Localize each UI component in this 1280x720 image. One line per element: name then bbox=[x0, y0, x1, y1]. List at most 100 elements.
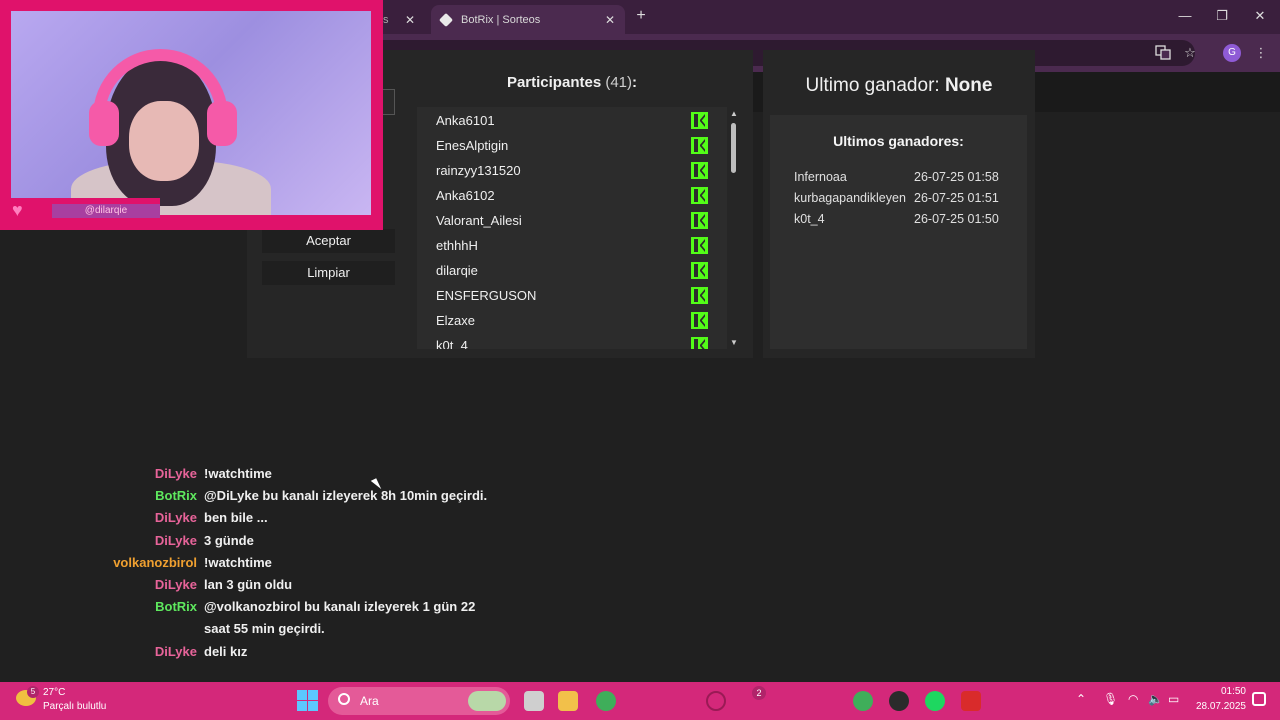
participant-row: dilarqie bbox=[436, 258, 711, 283]
task-view-icon[interactable] bbox=[524, 691, 544, 711]
participant-row: EnesAlptigin bbox=[436, 133, 711, 158]
participant-name: rainzyy131520 bbox=[436, 163, 521, 178]
wifi-icon[interactable]: ◠ bbox=[1128, 692, 1138, 706]
search-placeholder: Ara bbox=[360, 694, 379, 708]
participants-colon: : bbox=[632, 74, 638, 91]
participant-name: Anka6102 bbox=[436, 188, 495, 203]
participant-name: dilarqie bbox=[436, 263, 478, 278]
chat-username[interactable]: volkanozbirol bbox=[7, 552, 197, 574]
headphone-cup-right bbox=[207, 101, 237, 146]
volume-icon[interactable]: 🔈 bbox=[1148, 692, 1163, 706]
clock-time[interactable]: 01:50 bbox=[1212, 686, 1246, 697]
clock-date[interactable]: 28.07.2025 bbox=[1190, 701, 1246, 712]
participants-count: (41) bbox=[605, 74, 633, 91]
participants-title: Participantes (41): bbox=[417, 74, 727, 91]
participants-title-text: Participantes bbox=[506, 74, 602, 91]
chat-username[interactable]: DiLyke bbox=[7, 507, 197, 529]
tray-expand-icon[interactable]: ⌃ bbox=[1076, 692, 1086, 706]
winner-date: 26-07-25 01:58 bbox=[914, 170, 999, 184]
last-winner-heading: Ultimo ganador: None bbox=[763, 75, 1035, 97]
obs-icon[interactable] bbox=[889, 691, 909, 711]
chat-username[interactable]: DiLyke bbox=[7, 641, 197, 663]
participant-name: ethhhH bbox=[436, 238, 478, 253]
heart-icon: ♥ bbox=[12, 200, 23, 220]
menu-icon[interactable]: ⋮ bbox=[1252, 44, 1270, 62]
webcam-handle: @dilarqie bbox=[52, 204, 160, 218]
participants-scrollbar[interactable]: ▲ ▼ bbox=[728, 107, 740, 349]
participant-name: Elzaxe bbox=[436, 313, 476, 328]
close-tab-icon[interactable]: ✕ bbox=[605, 13, 615, 27]
new-tab-button[interactable]: + bbox=[632, 7, 650, 25]
kick-logo-icon bbox=[691, 162, 708, 179]
participant-row: Anka6101 bbox=[436, 108, 711, 133]
minimize-button[interactable]: — bbox=[1173, 8, 1197, 23]
winner-date: 26-07-25 01:51 bbox=[914, 191, 999, 205]
scroll-down-icon[interactable]: ▼ bbox=[730, 338, 738, 347]
chat-text: !watchtime bbox=[204, 466, 272, 481]
tab-label: BotRix | Sorteos bbox=[461, 13, 541, 26]
kick-logo-icon bbox=[691, 187, 708, 204]
participant-name: ENSFERGUSON bbox=[436, 288, 537, 303]
chrome-icon[interactable] bbox=[596, 691, 616, 711]
recent-winners-title: Ultimos ganadores: bbox=[833, 133, 964, 149]
chat-username[interactable]: BotRix bbox=[7, 596, 197, 618]
microphone-icon[interactable]: 🎙 bbox=[1103, 692, 1118, 706]
chat-text: deli kız bbox=[204, 643, 248, 659]
winner-name: kurbagapandikleyen bbox=[794, 191, 906, 205]
chat-text: @volkanozbirol bu kanalı izleyerek 1 gün… bbox=[204, 599, 476, 615]
weather-badge: 5 bbox=[27, 686, 39, 698]
bookmark-star-icon[interactable]: ☆ bbox=[1181, 44, 1199, 62]
chrome-profile-icon[interactable] bbox=[853, 691, 873, 711]
webcam-video bbox=[11, 11, 371, 215]
recent-winners-box: Ultimos ganadores: Infernoaa 26-07-25 01:… bbox=[770, 115, 1027, 349]
file-explorer-icon[interactable] bbox=[558, 691, 578, 711]
chat-username[interactable]: DiLyke bbox=[7, 574, 197, 596]
battery-icon[interactable]: ▭ bbox=[1168, 692, 1179, 706]
chat-username[interactable]: DiLyke bbox=[7, 463, 197, 485]
clear-button[interactable]: Limpiar bbox=[262, 261, 395, 285]
chat-username[interactable]: BotRix bbox=[7, 485, 197, 507]
scroll-up-icon[interactable]: ▲ bbox=[730, 109, 738, 118]
winner-row: Infernoaa 26-07-25 01:58 bbox=[794, 167, 1019, 188]
chat-text: ben bile ... bbox=[204, 510, 268, 526]
kick-logo-icon bbox=[691, 237, 708, 254]
participant-row: Anka6102 bbox=[436, 183, 711, 208]
spotify-icon[interactable] bbox=[925, 691, 945, 711]
app-red-icon[interactable] bbox=[961, 691, 981, 711]
winner-row: kurbagapandikleyen 26-07-25 01:51 bbox=[794, 188, 1019, 209]
scroll-thumb[interactable] bbox=[731, 123, 736, 173]
search-highlight-image bbox=[468, 691, 506, 711]
windows-taskbar: 5 27°C Parçalı bulutlu Ara 2 ⌃ 🎙 ◠ 🔈 ▭ 0… bbox=[0, 682, 1280, 720]
weather-temperature[interactable]: 27°C bbox=[43, 687, 65, 698]
chat-text: !watchtime bbox=[204, 554, 272, 570]
chat-text: saat 55 min geçirdi. bbox=[204, 621, 325, 637]
app-icon[interactable] bbox=[706, 691, 726, 711]
windows-start-icon[interactable] bbox=[297, 690, 318, 711]
browser-tab-active[interactable]: BotRix | Sorteos ✕ bbox=[431, 5, 625, 34]
kick-logo-icon bbox=[691, 112, 708, 129]
close-tab-icon[interactable]: ✕ bbox=[405, 13, 415, 27]
chat-text: 3 günde bbox=[204, 532, 254, 548]
kick-logo-icon bbox=[691, 287, 708, 304]
taskbar-search[interactable]: Ara bbox=[328, 687, 510, 715]
last-winner-value: None bbox=[944, 75, 993, 96]
restore-button[interactable]: ❐ bbox=[1210, 8, 1234, 24]
winner-name: Infernoaa bbox=[794, 170, 847, 184]
participant-name: Valorant_Ailesi bbox=[436, 213, 522, 228]
kick-logo-icon bbox=[691, 212, 708, 229]
participants-list[interactable]: Anka6101 EnesAlptigin rainzyy131520 Anka610… bbox=[417, 107, 727, 349]
kick-logo-icon bbox=[691, 337, 708, 349]
webcam-overlay: ♥ @dilarqie bbox=[0, 0, 383, 230]
profile-avatar[interactable]: G bbox=[1223, 44, 1241, 62]
winner-date: 26-07-25 01:50 bbox=[914, 212, 999, 226]
kick-logo-icon bbox=[691, 262, 708, 279]
chat-username[interactable]: DiLyke bbox=[7, 530, 197, 552]
translate-icon[interactable] bbox=[1154, 44, 1172, 62]
participant-row: rainzyy131520 bbox=[436, 158, 711, 183]
participant-name: EnesAlptigin bbox=[436, 138, 509, 153]
close-window-button[interactable]: ✕ bbox=[1248, 8, 1272, 24]
headphone-cup-left bbox=[89, 101, 119, 146]
notification-center-icon[interactable] bbox=[1252, 692, 1266, 706]
accept-button[interactable]: Aceptar bbox=[262, 229, 395, 253]
weather-description[interactable]: Parçalı bulutlu bbox=[43, 701, 106, 712]
